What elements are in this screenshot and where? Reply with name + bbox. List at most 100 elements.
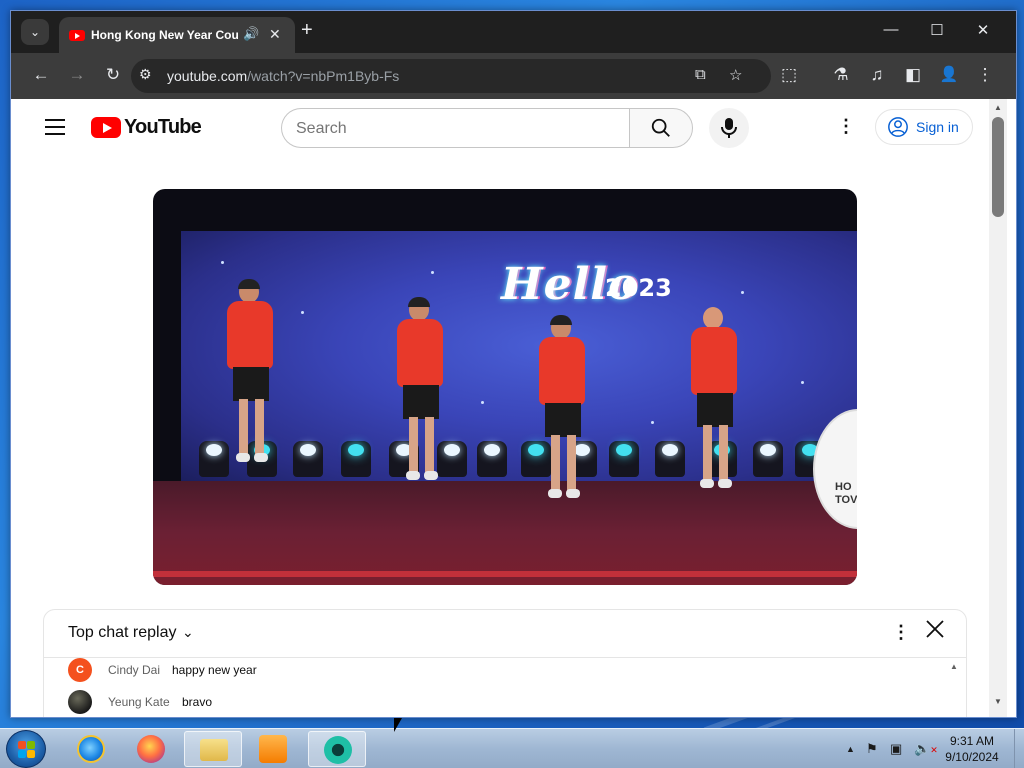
internet-explorer-icon bbox=[77, 735, 105, 763]
system-clock[interactable]: 9:31 AM 9/10/2024 bbox=[932, 733, 1012, 765]
chat-text: bravo bbox=[182, 695, 213, 709]
scroll-up-icon[interactable]: ▲ bbox=[994, 103, 1002, 112]
bookmark-star-icon[interactable]: ☆ bbox=[729, 66, 742, 84]
taskbar-media-player[interactable] bbox=[244, 731, 302, 767]
tower-sign-text: HO TOV bbox=[835, 481, 857, 506]
url-host: youtube.com bbox=[167, 68, 248, 84]
url-text[interactable]: youtube.com/watch?v=nbPm1Byb-Fs bbox=[167, 68, 399, 84]
search-box bbox=[281, 108, 631, 148]
scrollbar-thumb[interactable] bbox=[992, 117, 1004, 217]
extensions-icon[interactable]: ⬚ bbox=[777, 65, 801, 85]
sparkle bbox=[481, 401, 484, 404]
show-desktop-button[interactable] bbox=[1014, 729, 1024, 768]
tab-title: Hong Kong New Year Countdown bbox=[91, 28, 239, 42]
maximize-button[interactable]: ☐ bbox=[917, 21, 957, 39]
side-panel-icon[interactable]: ◧ bbox=[901, 65, 925, 85]
chat-text: happy new year bbox=[172, 663, 257, 677]
search-icon bbox=[651, 118, 670, 137]
chat-replay-panel: Top chat replay ⌄ ⋮ ▲ C Cindy Dai happy … bbox=[43, 609, 967, 717]
sign-in-button[interactable]: Sign in bbox=[875, 109, 973, 145]
chat-mode-selector[interactable]: Top chat replay bbox=[68, 624, 177, 642]
windows-logo-icon bbox=[18, 741, 36, 759]
microphone-icon bbox=[721, 118, 737, 138]
network-icon[interactable]: ▣ bbox=[890, 741, 902, 757]
install-app-icon[interactable]: ⧉ bbox=[695, 66, 706, 83]
tab-search-button[interactable]: ⌄ bbox=[21, 19, 49, 45]
stage-light bbox=[293, 441, 323, 477]
new-tab-button[interactable]: + bbox=[301, 20, 313, 40]
chat-author[interactable]: Cindy Dai bbox=[108, 663, 160, 677]
browser-app-icon bbox=[324, 736, 352, 764]
browser-menu-icon[interactable]: ⋮ bbox=[973, 65, 997, 85]
browser-toolbar: ← → ↻ ⚙ youtube.com/watch?v=nbPm1Byb-Fs … bbox=[11, 53, 1016, 99]
avatar[interactable] bbox=[68, 690, 92, 714]
back-button[interactable]: ← bbox=[29, 65, 53, 85]
address-bar[interactable]: ⚙ youtube.com/watch?v=nbPm1Byb-Fs ⧉ ☆ bbox=[131, 59, 771, 93]
chat-scroll-up-icon[interactable]: ▲ bbox=[950, 662, 958, 671]
sparkle bbox=[431, 271, 434, 274]
taskbar-internet-explorer[interactable] bbox=[62, 731, 120, 767]
stage-light bbox=[341, 441, 371, 477]
firefox-icon bbox=[137, 735, 165, 763]
stage-light bbox=[655, 441, 685, 477]
youtube-play-icon bbox=[91, 117, 121, 138]
sign-in-label: Sign in bbox=[916, 119, 959, 135]
chat-author[interactable]: Yeung Kate bbox=[108, 695, 170, 709]
youtube-wordmark: YouTube bbox=[124, 116, 202, 138]
browser-window: ⌄ Hong Kong New Year Countdown 🔊 ✕ + — ☐… bbox=[10, 10, 1017, 718]
video-player[interactable]: Hello 2023 HO TOV bbox=[153, 189, 857, 585]
avatar[interactable]: C bbox=[68, 658, 92, 682]
url-path: /watch?v=nbPm1Byb-Fs bbox=[247, 68, 400, 84]
chevron-down-icon[interactable]: ⌄ bbox=[182, 624, 194, 641]
scroll-down-icon[interactable]: ▼ bbox=[994, 697, 1002, 706]
speaker-icon[interactable]: 🔊 bbox=[243, 26, 259, 42]
banner-year-text: 2023 bbox=[605, 274, 672, 302]
stage-light bbox=[609, 441, 639, 477]
window-close-button[interactable]: ✕ bbox=[963, 21, 1003, 39]
mouse-cursor-icon bbox=[394, 718, 402, 732]
profile-icon[interactable]: 👤 bbox=[937, 65, 961, 83]
stage-light bbox=[521, 441, 551, 477]
search-button[interactable] bbox=[629, 108, 693, 148]
sparkle bbox=[651, 421, 654, 424]
close-icon bbox=[926, 620, 944, 638]
labs-icon[interactable]: ⚗ bbox=[829, 65, 853, 85]
stage-light bbox=[753, 441, 783, 477]
folder-icon bbox=[200, 739, 228, 761]
sparkle bbox=[801, 381, 804, 384]
taskbar-file-explorer[interactable] bbox=[184, 731, 242, 767]
forward-button[interactable]: → bbox=[65, 65, 89, 85]
chat-header: Top chat replay ⌄ ⋮ bbox=[44, 610, 966, 658]
action-center-flag-icon[interactable]: ⚑ bbox=[866, 741, 878, 757]
youtube-favicon-icon bbox=[69, 30, 85, 41]
taskbar-firefox[interactable] bbox=[122, 731, 180, 767]
stage-edge bbox=[153, 571, 857, 577]
taskbar-chrome[interactable] bbox=[308, 731, 366, 767]
tab-close-icon[interactable]: ✕ bbox=[269, 26, 281, 43]
settings-more-icon[interactable]: ⋮ bbox=[837, 116, 855, 137]
tab-strip: ⌄ Hong Kong New Year Countdown 🔊 ✕ + — ☐… bbox=[11, 11, 1016, 53]
stage-light bbox=[199, 441, 229, 477]
sparkle bbox=[301, 311, 304, 314]
site-info-icon[interactable]: ⚙ bbox=[139, 66, 152, 83]
search-input[interactable] bbox=[296, 118, 616, 140]
reload-button[interactable]: ↻ bbox=[101, 65, 125, 85]
hamburger-menu-icon[interactable] bbox=[45, 119, 65, 140]
sparkle bbox=[221, 261, 224, 264]
chat-message: Yeung Kate bravo bbox=[68, 690, 928, 716]
chat-more-icon[interactable]: ⋮ bbox=[892, 622, 910, 643]
tab-active[interactable]: Hong Kong New Year Countdown 🔊 ✕ bbox=[59, 17, 295, 53]
stage-light bbox=[477, 441, 507, 477]
stage-light bbox=[437, 441, 467, 477]
stage-floor bbox=[153, 481, 857, 585]
clock-time: 9:31 AM bbox=[949, 734, 995, 748]
taskbar: ▲ ⚑ ▣ 🔈✕ 9:31 AM 9/10/2024 bbox=[0, 728, 1024, 768]
chat-close-icon[interactable] bbox=[924, 618, 946, 647]
minimize-button[interactable]: — bbox=[871, 21, 911, 38]
show-hidden-icons[interactable]: ▲ bbox=[846, 744, 855, 754]
media-player-icon bbox=[259, 735, 287, 763]
start-button[interactable] bbox=[6, 730, 46, 768]
voice-search-button[interactable] bbox=[709, 108, 749, 148]
youtube-page: YouTube ⋮ Sign in bbox=[11, 99, 1001, 717]
media-controls-icon[interactable]: ♫ bbox=[865, 65, 889, 85]
